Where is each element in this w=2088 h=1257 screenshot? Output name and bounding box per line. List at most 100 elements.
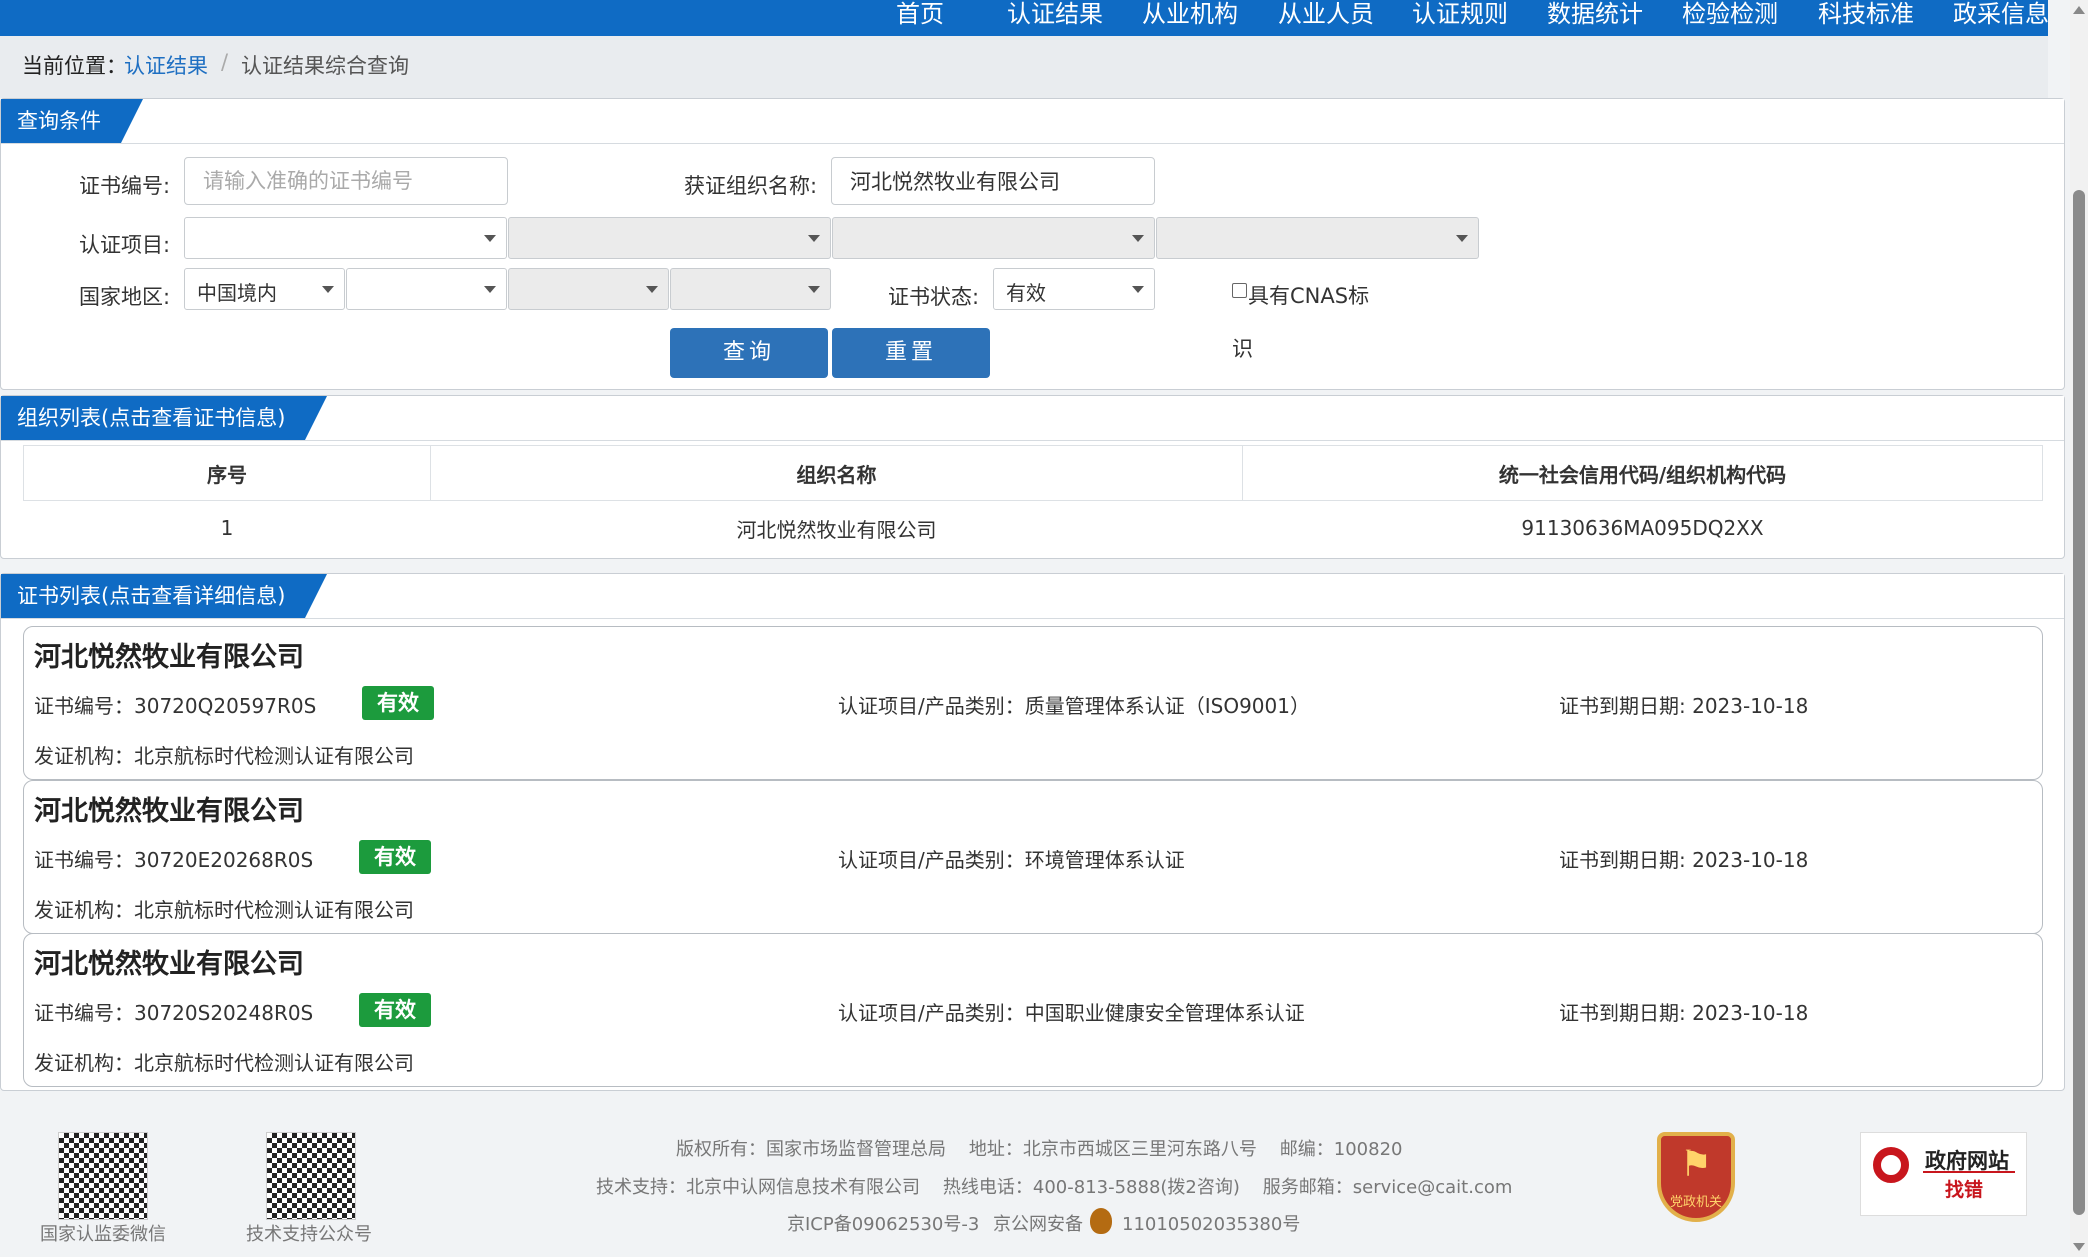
breadcrumb-link-cert-results[interactable]: 认证结果 <box>124 50 208 80</box>
police-badge-icon <box>1090 1208 1112 1234</box>
org-name-label: 获证组织名称: <box>684 174 818 198</box>
query-panel: 查询条件 证书编号: 获证组织名称: 认证项目: 国家地区: 中国境内 证书状态… <box>0 98 2065 390</box>
cert-org-name: 河北悦然牧业有限公司 <box>34 796 304 827</box>
jiucuo-line2: 找错 <box>1945 1179 1984 1201</box>
top-nav: 首页 认证结果 从业机构 从业人员 认证规则 数据统计 检验检测 科技标准 政采… <box>0 0 2049 36</box>
cnas-checkbox[interactable] <box>1232 283 1247 298</box>
footer-support: 技术支持：北京中认网信息技术有限公司 热线电话：400-813-5888(拨2咨… <box>596 1177 1513 1198</box>
cert-no-input[interactable] <box>184 157 508 205</box>
query-panel-title: 查询条件 <box>1 99 143 143</box>
col-header-org-name: 组织名称 <box>430 445 1243 501</box>
chevron-down-icon <box>1132 235 1144 242</box>
cert-issuer: 发证机构：北京航标时代检测认证有限公司 <box>34 898 414 922</box>
qr-code-icon <box>58 1132 148 1220</box>
cert-issuer: 发证机构：北京航标时代检测认证有限公司 <box>34 744 414 768</box>
cert-project: 认证项目/产品类别：质量管理体系认证（ISO9001） <box>838 694 1310 718</box>
cnas-label-wrap: 识 <box>1232 337 1253 361</box>
cert-number: 证书编号：30720E20268R0S <box>34 848 314 872</box>
nav-institutions[interactable]: 从业机构 <box>1142 0 1238 29</box>
nav-procurement[interactable]: 政采信息 <box>1953 0 2049 29</box>
cert-list-panel: 证书列表(点击查看详细信息) 河北悦然牧业有限公司 证书编号：30720Q205… <box>0 573 2065 1091</box>
col-header-credit-code: 统一社会信用代码/组织机构代码 <box>1242 445 2043 501</box>
status-select-value: 有效 <box>1006 281 1046 305</box>
scroll-down-arrow-icon[interactable] <box>2073 1243 2085 1251</box>
cert-issuer: 发证机构：北京航标时代检测认证有限公司 <box>34 1051 414 1075</box>
status-badge: 有效 <box>359 840 431 874</box>
cert-org-name: 河北悦然牧业有限公司 <box>34 949 304 980</box>
cert-number: 证书编号：30720Q20597R0S <box>34 694 317 718</box>
footer: 国家认监委微信 技术支持公众号 版权所有：国家市场监督管理总局 地址：北京市西城… <box>0 1100 2048 1257</box>
chevron-down-icon <box>808 235 820 242</box>
chevron-down-icon <box>484 235 496 242</box>
breadcrumb-prefix: 当前位置： <box>22 54 127 78</box>
col-header-index: 序号 <box>23 445 431 501</box>
footer-icp-link[interactable]: 京ICP备09062530号-3 <box>787 1210 979 1236</box>
cert-no-label: 证书编号: <box>79 174 171 198</box>
scroll-up-arrow-icon[interactable] <box>2073 6 2085 14</box>
cell-index: 1 <box>23 500 431 555</box>
chevron-down-icon <box>808 286 820 293</box>
reset-button[interactable]: 重置 <box>832 328 990 378</box>
footer-police-prefix: 京公网安备 <box>993 1214 1083 1235</box>
cell-org-name[interactable]: 河北悦然牧业有限公司 <box>430 500 1243 555</box>
region-select-2[interactable] <box>346 268 507 310</box>
qr1-label: 国家认监委微信 <box>40 1224 166 1245</box>
cert-card[interactable]: 河北悦然牧业有限公司 证书编号：30720E20268R0S 有效 认证项目/产… <box>23 780 2043 934</box>
divider <box>1923 1171 2015 1173</box>
emblem-text: 党政机关 <box>1669 1195 1722 1210</box>
table-row[interactable]: 1 河北悦然牧业有限公司 91130636MA095DQ2XX <box>23 500 2043 555</box>
chevron-down-icon <box>484 286 496 293</box>
org-name-input[interactable] <box>831 157 1155 205</box>
project-select-2[interactable] <box>508 217 831 259</box>
project-select-1[interactable] <box>184 217 507 259</box>
project-label: 认证项目: <box>79 233 171 257</box>
cert-expiry: 证书到期日期: 2023-10-18 <box>1559 1001 1809 1025</box>
org-list-panel: 组织列表(点击查看证书信息) 序号 组织名称 统一社会信用代码/组织机构代码 1… <box>0 395 2065 559</box>
qr2-label: 技术支持公众号 <box>246 1224 372 1245</box>
nav-statistics[interactable]: 数据统计 <box>1547 0 1643 29</box>
cert-card[interactable]: 河北悦然牧业有限公司 证书编号：30720S20248R0S 有效 认证项目/产… <box>23 933 2043 1087</box>
region-select-1[interactable]: 中国境内 <box>184 268 345 310</box>
nav-standards[interactable]: 科技标准 <box>1818 0 1914 29</box>
nav-cert-results[interactable]: 认证结果 <box>1007 0 1103 29</box>
magnifier-icon <box>1873 1147 1909 1183</box>
breadcrumb-separator: / <box>221 50 229 74</box>
org-list-header: 组织列表(点击查看证书信息) <box>1 396 2064 441</box>
chevron-down-icon <box>1132 286 1144 293</box>
query-panel-header: 查询条件 <box>1 99 2064 144</box>
cert-card[interactable]: 河北悦然牧业有限公司 证书编号：30720Q20597R0S 有效 认证项目/产… <box>23 626 2043 780</box>
breadcrumb: 当前位置： 认证结果 / 认证结果综合查询 <box>0 36 2048 98</box>
org-table-header-row: 序号 组织名称 统一社会信用代码/组织机构代码 <box>23 445 2043 501</box>
status-select[interactable]: 有效 <box>993 268 1155 310</box>
region-label: 国家地区: <box>79 285 171 309</box>
scroll-thumb[interactable] <box>2073 190 2085 1215</box>
search-button[interactable]: 查询 <box>670 328 828 378</box>
cert-org-name: 河北悦然牧业有限公司 <box>34 642 304 673</box>
region-select-4[interactable] <box>670 268 831 310</box>
cert-expiry: 证书到期日期: 2023-10-18 <box>1559 694 1809 718</box>
cell-credit-code: 91130636MA095DQ2XX <box>1242 500 2043 555</box>
footer-police-link[interactable]: 11010502035380号 <box>1122 1210 1300 1236</box>
breadcrumb-current: 认证结果综合查询 <box>241 54 409 78</box>
party-gov-emblem-icon[interactable]: ⚑ 党政机关 <box>1657 1132 1735 1222</box>
region-select-3[interactable] <box>508 268 669 310</box>
qr-code-icon <box>266 1132 356 1220</box>
cert-list-title: 证书列表(点击查看详细信息) <box>1 574 327 618</box>
org-table: 序号 组织名称 统一社会信用代码/组织机构代码 1 河北悦然牧业有限公司 911… <box>23 445 2043 555</box>
project-select-3[interactable] <box>832 217 1155 259</box>
cert-project: 认证项目/产品类别：环境管理体系认证 <box>838 848 1185 872</box>
project-select-4[interactable] <box>1156 217 1479 259</box>
nav-inspection[interactable]: 检验检测 <box>1682 0 1778 29</box>
nav-rules[interactable]: 认证规则 <box>1412 0 1508 29</box>
footer-copyright: 版权所有：国家市场监督管理总局 地址：北京市西城区三里河东路八号 邮编：1008… <box>676 1139 1403 1160</box>
status-badge: 有效 <box>359 993 431 1027</box>
cert-expiry: 证书到期日期: 2023-10-18 <box>1559 848 1809 872</box>
status-label: 证书状态: <box>888 285 980 309</box>
chevron-down-icon <box>1456 235 1468 242</box>
cert-list-header: 证书列表(点击查看详细信息) <box>1 574 2064 619</box>
nav-home[interactable]: 首页 <box>896 0 944 29</box>
cert-number: 证书编号：30720S20248R0S <box>34 1001 314 1025</box>
nav-personnel[interactable]: 从业人员 <box>1278 0 1374 29</box>
gov-site-error-report-button[interactable]: 政府网站 找错 <box>1860 1132 2027 1216</box>
scrollbar[interactable] <box>2070 0 2088 1257</box>
